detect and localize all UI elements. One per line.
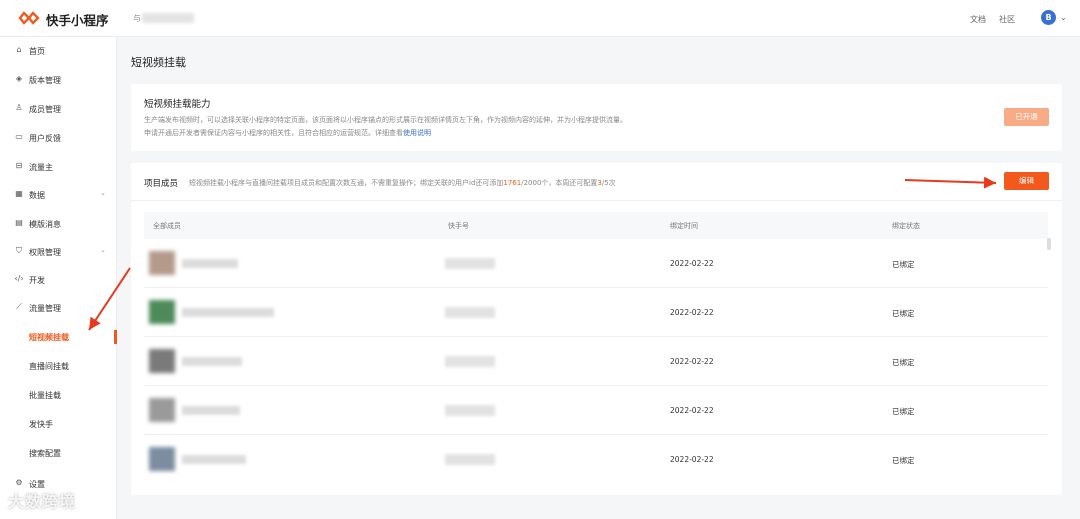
annotation-arrows (88, 176, 997, 331)
arrow-to-edit-button (904, 176, 997, 189)
watermark: 大数跨境 (8, 492, 77, 511)
arrow-to-active-menu (88, 267, 131, 331)
